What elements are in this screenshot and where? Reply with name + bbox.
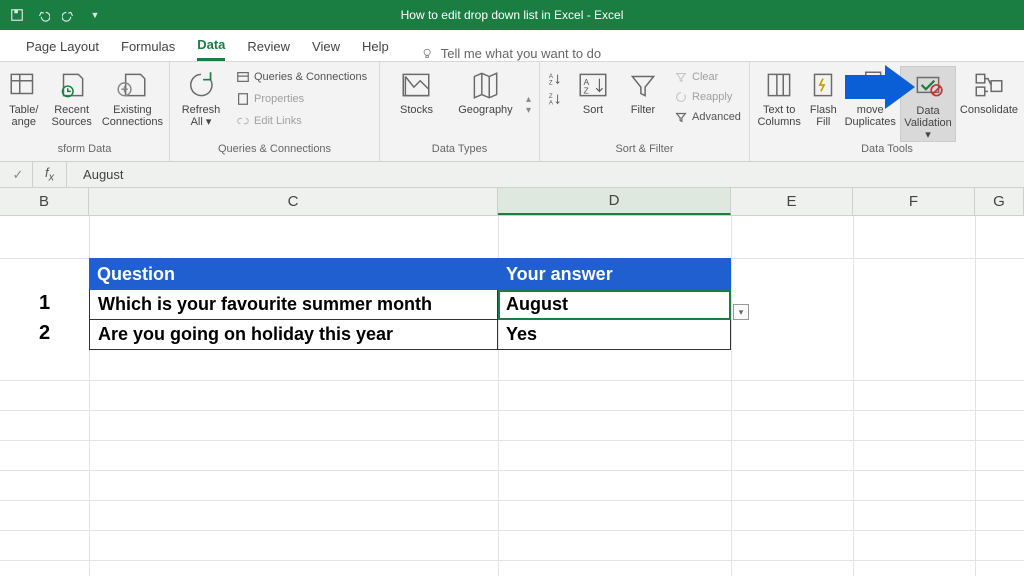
group-queries-label: Queries & Connections <box>170 143 379 161</box>
cell-answer-1[interactable]: August <box>498 290 731 320</box>
group-datatypes-label: Data Types <box>380 143 539 161</box>
stocks-button[interactable]: Stocks <box>386 66 447 116</box>
spreadsheet: B C D E F G 1 2 Question Your answer <box>0 188 1024 576</box>
group-queries-connections: Refresh All ▾ Queries & Connections Prop… <box>170 62 380 161</box>
cell-question-1[interactable]: Which is your favourite summer month <box>89 290 498 320</box>
cell-question-2[interactable]: Are you going on holiday this year <box>89 320 498 350</box>
table-row: Are you going on holiday this year Yes <box>89 320 731 350</box>
data-types-scroll[interactable]: ▴▾ <box>524 94 533 116</box>
geography-button[interactable]: Geography <box>455 66 516 116</box>
existing-connections-button[interactable]: Existing Connections <box>102 66 163 128</box>
cell-grid[interactable]: 1 2 Question Your answer Which is your f… <box>0 216 1024 576</box>
sort-asc-button[interactable]: AZ <box>546 70 564 88</box>
flash-fill-button[interactable]: Flash Fill <box>806 66 840 128</box>
group-data-types: Stocks Geography ▴▾ Data Types <box>380 62 540 161</box>
from-table-button[interactable]: Table/ ange <box>6 66 41 128</box>
dropdown-handle-icon[interactable]: ▾ <box>733 304 749 320</box>
col-header-B[interactable]: B <box>0 188 89 215</box>
table-header: Question Your answer <box>89 258 731 290</box>
properties-button: Properties <box>234 90 369 108</box>
sort-button[interactable]: AZ Sort <box>572 66 614 116</box>
row-number-2: 2 <box>0 322 89 345</box>
reapply-filter-button: Reapply <box>672 88 743 106</box>
bulb-icon <box>421 47 435 61</box>
row-number-1: 1 <box>0 292 89 315</box>
tab-data[interactable]: Data <box>197 31 225 61</box>
tab-help[interactable]: Help <box>362 31 389 61</box>
table-row: Which is your favourite summer month Aug… <box>89 290 731 320</box>
consolidate-button[interactable]: Consolidate <box>960 66 1018 116</box>
group-data-tools: Text to Columns Flash Fill move Duplicat… <box>750 62 1024 161</box>
ribbon: Table/ ange Recent Sources Existing Conn… <box>0 62 1024 162</box>
sort-desc-button[interactable]: ZA <box>546 90 564 108</box>
column-header-row: B C D E F G <box>0 188 1024 216</box>
svg-text:Z: Z <box>549 79 553 86</box>
formula-bar: ✓ fx August <box>0 162 1024 188</box>
tell-me-label: Tell me what you want to do <box>441 46 601 61</box>
title-bar: ▼ How to edit drop down list in Excel - … <box>0 0 1024 30</box>
group-sort-filter: AZ ZA AZ Sort Filter Clear Reapply Advan… <box>540 62 750 161</box>
recent-sources-button[interactable]: Recent Sources <box>49 66 93 128</box>
refresh-all-button[interactable]: Refresh All ▾ <box>176 66 226 128</box>
svg-text:A: A <box>549 99 554 106</box>
group-transform-data: Table/ ange Recent Sources Existing Conn… <box>0 62 170 161</box>
advanced-filter-button[interactable]: Advanced <box>672 108 743 126</box>
svg-text:Z: Z <box>583 86 588 96</box>
tell-me-search[interactable]: Tell me what you want to do <box>421 46 601 61</box>
data-table: Question Your answer Which is your favou… <box>89 258 731 350</box>
data-validation-button[interactable]: Data Validation ▾ <box>900 66 956 142</box>
col-header-C[interactable]: C <box>89 188 498 215</box>
queries-connections-button[interactable]: Queries & Connections <box>234 68 369 86</box>
clear-filter-button: Clear <box>672 68 743 86</box>
redo-icon[interactable] <box>62 8 76 22</box>
remove-duplicates-button[interactable]: move Duplicates <box>844 66 896 128</box>
window-title: How to edit drop down list in Excel - Ex… <box>401 8 624 22</box>
tab-review[interactable]: Review <box>247 31 290 61</box>
col-header-E[interactable]: E <box>731 188 853 215</box>
tab-formulas[interactable]: Formulas <box>121 31 175 61</box>
fx-icon[interactable]: fx <box>45 165 54 184</box>
filter-button[interactable]: Filter <box>622 66 664 116</box>
qat-dropdown-icon[interactable]: ▼ <box>88 8 102 22</box>
undo-icon[interactable] <box>36 8 50 22</box>
col-header-G[interactable]: G <box>975 188 1024 215</box>
formula-bar-value[interactable]: August <box>73 167 123 182</box>
group-transform-label: sform Data <box>0 143 169 161</box>
col-header-D[interactable]: D <box>498 188 731 215</box>
cancel-icon[interactable]: ✓ <box>10 167 26 183</box>
header-question: Question <box>89 258 498 290</box>
group-datatools-label: Data Tools <box>750 143 1024 161</box>
save-icon[interactable] <box>10 8 24 22</box>
header-answer: Your answer <box>498 258 731 290</box>
cell-answer-2[interactable]: Yes <box>498 320 731 350</box>
tab-page-layout[interactable]: Page Layout <box>26 31 99 61</box>
group-sortfilter-label: Sort & Filter <box>540 143 749 161</box>
col-header-F[interactable]: F <box>853 188 975 215</box>
tab-view[interactable]: View <box>312 31 340 61</box>
edit-links-button: Edit Links <box>234 112 369 130</box>
ribbon-tabs: Page Layout Formulas Data Review View He… <box>0 30 1024 62</box>
text-to-columns-button[interactable]: Text to Columns <box>756 66 802 128</box>
